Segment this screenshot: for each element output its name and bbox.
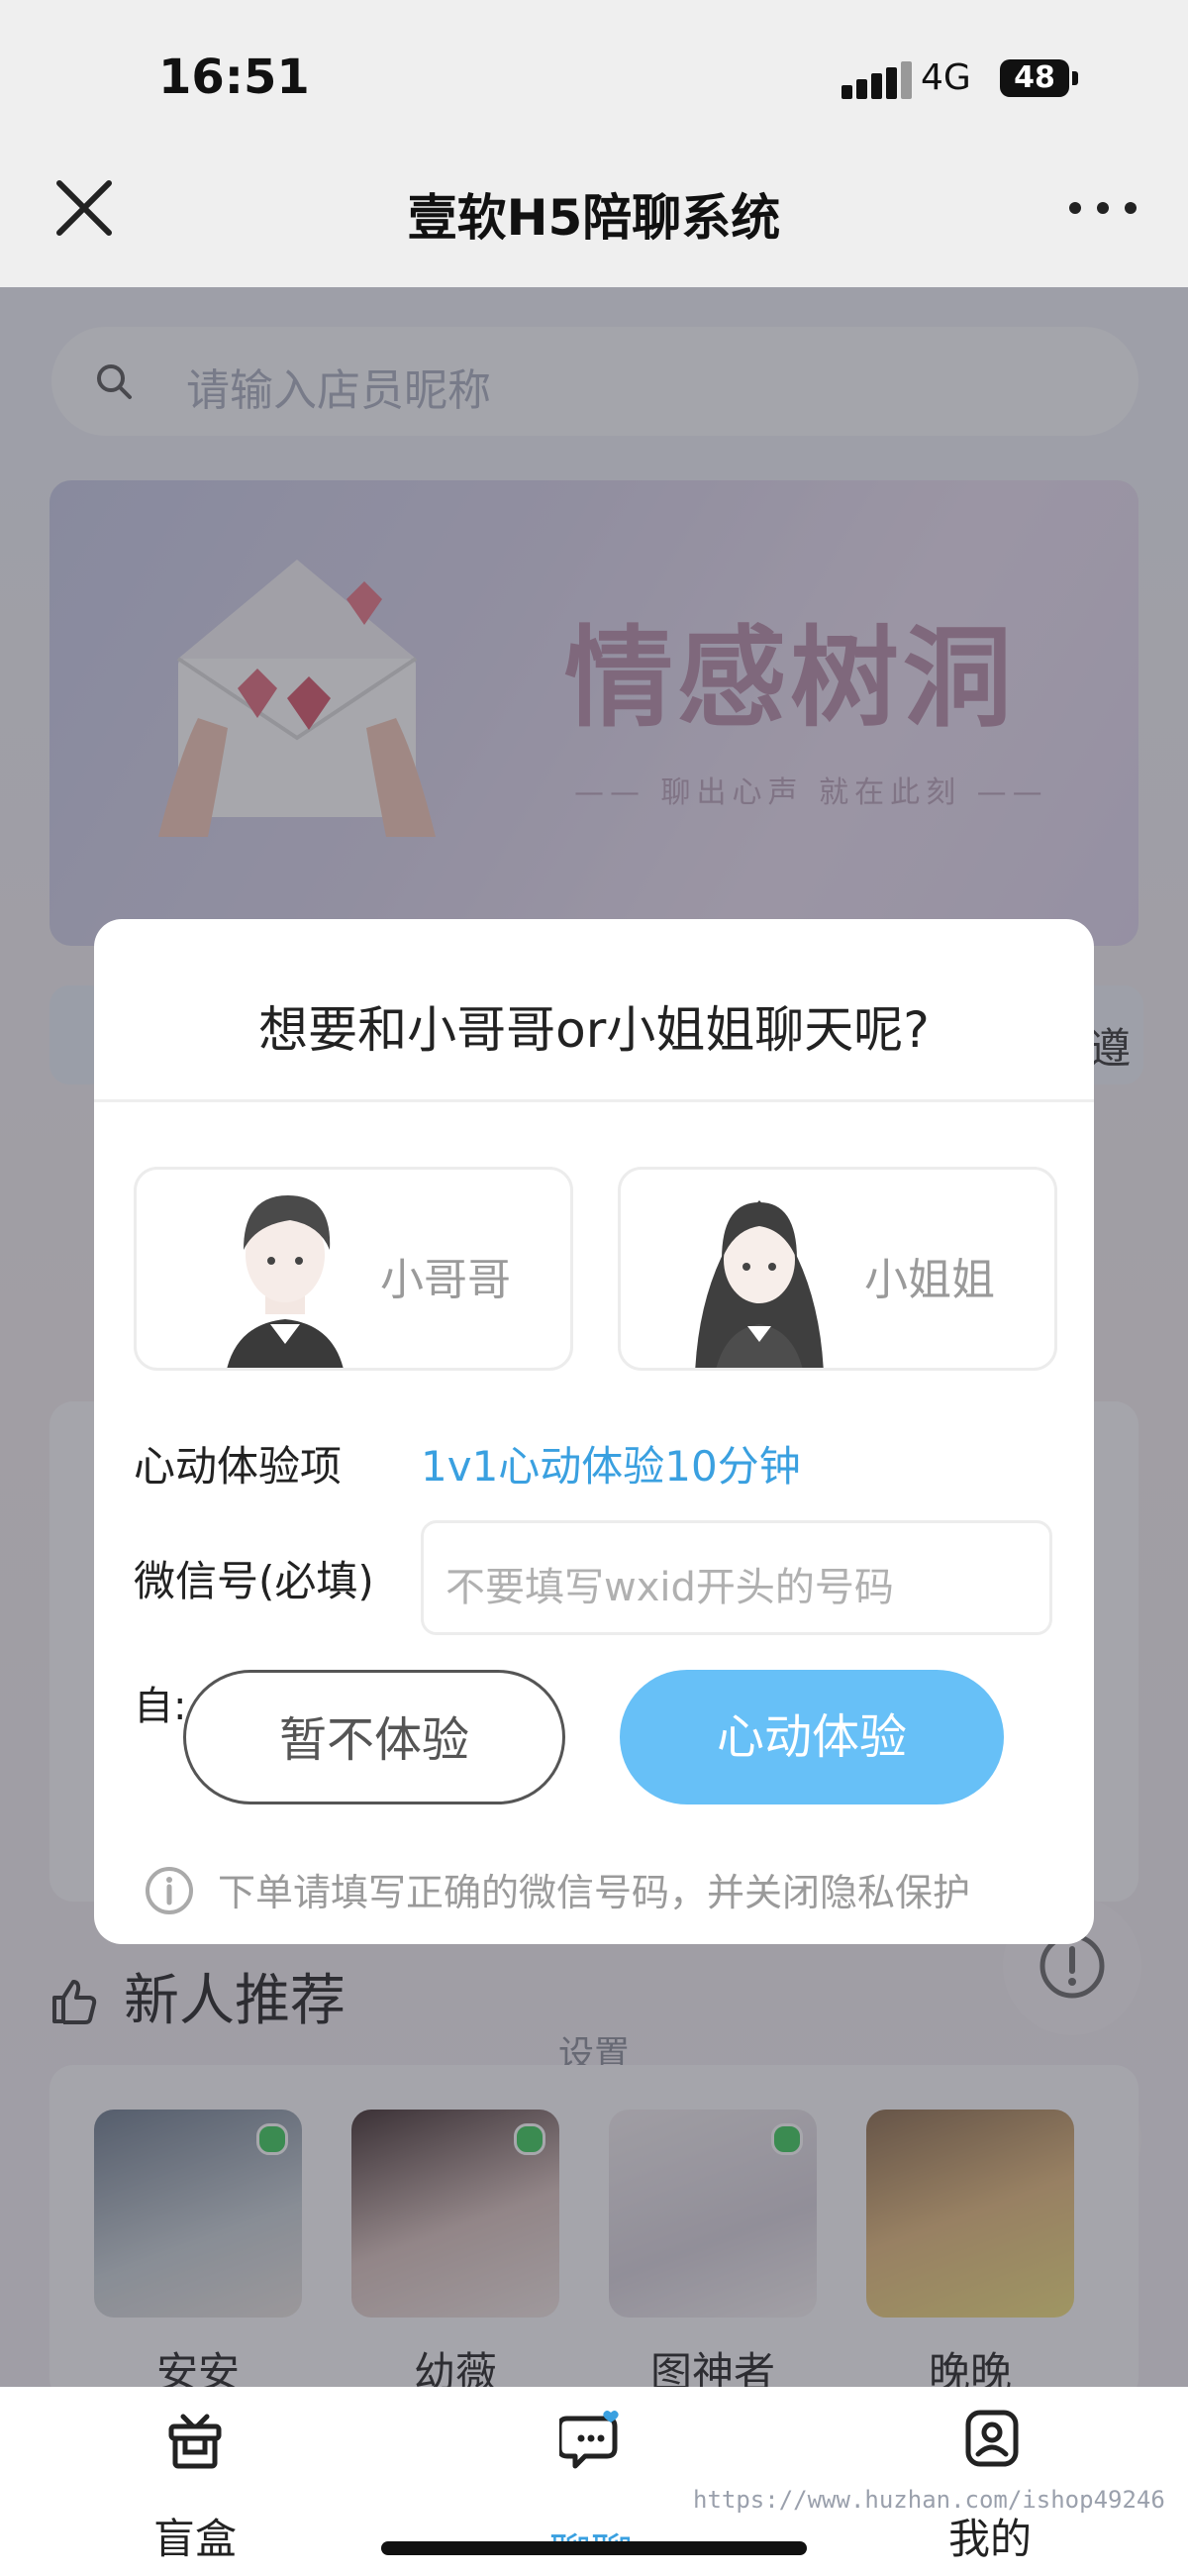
chat-bubble-icon[interactable] xyxy=(559,2407,623,2470)
wechat-label-overflow: 自: xyxy=(134,1684,187,1729)
option-label: 小姐姐 xyxy=(864,1255,995,1305)
battery-icon: 48 xyxy=(1000,59,1078,97)
signal-icon xyxy=(842,59,912,99)
girl-avatar-icon xyxy=(695,1200,824,1368)
option-male[interactable]: 小哥哥 xyxy=(134,1167,573,1371)
option-label: 小哥哥 xyxy=(380,1255,511,1305)
tab-mine[interactable]: 我的 xyxy=(948,2506,1032,2566)
page-title: 壹软H5陪聊系统 xyxy=(407,189,781,247)
experience-value[interactable]: 1v1心动体验10分钟 xyxy=(421,1433,801,1494)
modal-divider xyxy=(94,1099,1094,1102)
boy-avatar-icon xyxy=(227,1195,344,1368)
watermark: https://www.huzhan.com/ishop49246 xyxy=(693,2486,1165,2514)
modal-title: 想要和小哥哥or小姐姐聊天呢? xyxy=(258,1001,930,1059)
experience-label: 心动体验项 xyxy=(134,1442,343,1491)
wechat-placeholder: 不要填写wxid开头的号码 xyxy=(446,1565,894,1610)
gift-box-icon[interactable] xyxy=(163,2409,227,2472)
network-type: 4G xyxy=(921,57,971,98)
status-time: 16:51 xyxy=(158,50,310,105)
wechat-label: 微信号(必填) xyxy=(134,1557,374,1605)
cancel-button[interactable]: 暂不体验 xyxy=(183,1670,565,1804)
notice-text: 下单请填写正确的微信号码，并关闭隐私保护 xyxy=(218,1871,971,1914)
confirm-button[interactable]: 心动体验 xyxy=(620,1670,1004,1804)
option-female[interactable]: 小姐姐 xyxy=(618,1167,1057,1371)
more-icon[interactable] xyxy=(1069,198,1138,218)
home-indicator xyxy=(381,2541,807,2555)
info-icon xyxy=(146,1867,193,1914)
tab-blindbox[interactable]: 盲盒 xyxy=(153,2506,237,2566)
profile-icon[interactable] xyxy=(960,2407,1024,2470)
